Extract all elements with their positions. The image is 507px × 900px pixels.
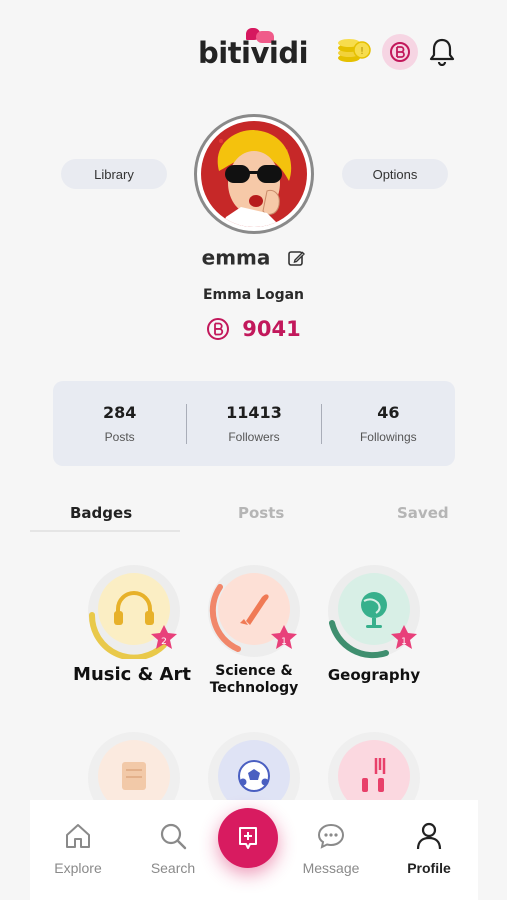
notifications-button[interactable] <box>428 36 456 67</box>
message-icon <box>317 823 345 849</box>
stat-followings[interactable]: 46 Followings <box>322 403 455 444</box>
options-button[interactable]: Options <box>342 159 448 189</box>
create-post-icon <box>239 827 257 849</box>
points-display: 9041 <box>0 317 507 341</box>
coins-button[interactable]: ! <box>336 34 372 66</box>
badge-label: Music & Art <box>73 664 191 685</box>
globe-icon: 1 <box>328 565 420 659</box>
stat-followers[interactable]: 11413 Followers <box>187 403 320 444</box>
active-tab-underline <box>30 530 180 532</box>
badge-label: Science & Technology <box>209 663 299 696</box>
points-value: 9041 <box>242 317 301 341</box>
nav-label: Search <box>150 860 196 876</box>
tab-badges[interactable]: Badges <box>70 504 132 522</box>
stat-value: 284 <box>102 403 137 422</box>
tab-posts[interactable]: Posts <box>238 504 284 522</box>
b-points-icon <box>390 42 410 62</box>
nav-label: Message <box>302 860 360 876</box>
stat-label: Followings <box>359 430 417 444</box>
nav-label: Explore <box>54 860 102 876</box>
nav-message[interactable]: Message <box>296 822 366 876</box>
logo-text: bitividi <box>198 36 309 70</box>
stat-label: Followers <box>228 430 280 444</box>
stat-value: 11413 <box>226 403 282 422</box>
nav-profile[interactable]: Profile <box>394 822 464 876</box>
headphones-icon: 2 <box>88 565 180 661</box>
stat-posts[interactable]: 284 Posts <box>53 403 186 444</box>
stat-value: 46 <box>377 403 400 422</box>
points-button[interactable] <box>382 34 418 70</box>
svg-text:1: 1 <box>401 637 407 647</box>
b-points-icon <box>207 318 230 340</box>
svg-text:1: 1 <box>281 637 287 647</box>
home-icon <box>66 824 90 848</box>
badge-science-technology[interactable]: 1 <box>206 563 302 659</box>
nav-search[interactable]: Search <box>138 822 208 876</box>
username-text: emma <box>201 245 271 270</box>
svg-text:2: 2 <box>161 637 167 647</box>
coins-icon: ! <box>338 39 371 62</box>
edit-icon[interactable] <box>287 249 306 267</box>
bell-icon <box>429 38 455 67</box>
username: emma <box>0 244 507 270</box>
search-icon <box>160 823 187 850</box>
badge-geography[interactable]: 1 <box>326 563 422 659</box>
avatar[interactable] <box>194 114 314 234</box>
create-post-button[interactable] <box>218 808 278 868</box>
profile-tabs: Badges Posts Saved <box>30 500 477 532</box>
stats-panel: 284 Posts 11413 Followers 46 Followings <box>53 381 455 466</box>
full-name: Emma Logan <box>202 287 305 303</box>
badge-label: Geography <box>327 666 421 684</box>
nav-label: Profile <box>407 860 451 876</box>
stat-label: Posts <box>104 430 135 444</box>
rocket-icon: 1 <box>208 565 300 657</box>
badge-music-art[interactable]: 2 <box>86 563 182 661</box>
library-button[interactable]: Library <box>61 159 167 189</box>
profile-icon <box>416 822 442 850</box>
nav-explore[interactable]: Explore <box>43 822 113 876</box>
tab-saved[interactable]: Saved <box>397 504 449 522</box>
svg-text:!: ! <box>360 46 364 57</box>
avatar-image <box>201 121 307 227</box>
app-logo: bitividi <box>198 28 310 72</box>
